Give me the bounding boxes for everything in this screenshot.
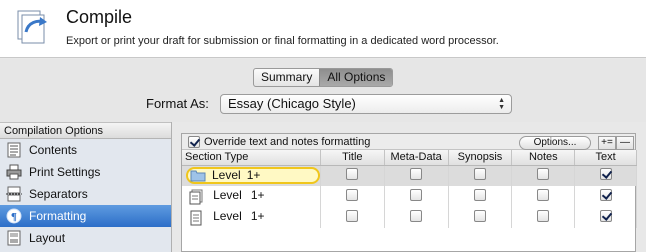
- section-type-cell[interactable]: Level 1+: [182, 165, 321, 186]
- sidebar-item-contents[interactable]: Contents: [0, 139, 171, 161]
- col-section-type[interactable]: Section Type: [182, 150, 321, 166]
- col-text[interactable]: Text: [574, 150, 637, 166]
- title-checkbox[interactable]: [346, 210, 359, 222]
- section-levels-table: Section Type Title Meta-Data Synopsis No…: [182, 150, 637, 228]
- table-header-row: Section Type Title Meta-Data Synopsis No…: [182, 150, 637, 166]
- document-icon: [190, 210, 202, 226]
- level-edit-field[interactable]: Level 1+: [186, 166, 320, 184]
- table-row[interactable]: Level 1+: [182, 186, 637, 207]
- compilation-options-sidebar: Compilation Options Contents Print Setti…: [0, 122, 172, 252]
- view-toggle: Summary All Options: [253, 68, 394, 87]
- title-checkbox[interactable]: [346, 168, 359, 181]
- sidebar-item-layout[interactable]: Layout: [0, 227, 171, 249]
- notes-checkbox[interactable]: [537, 210, 550, 222]
- text-checkbox[interactable]: [599, 210, 612, 222]
- select-arrows-icon: ▲ ▼: [498, 97, 505, 111]
- meta-data-checkbox[interactable]: [410, 210, 423, 222]
- formatting-panel: Override text and notes formatting Optio…: [181, 133, 637, 252]
- meta-data-checkbox[interactable]: [410, 189, 423, 201]
- col-synopsis[interactable]: Synopsis: [448, 150, 513, 166]
- document-stack-icon: [189, 189, 203, 205]
- format-as-label: Format As:: [146, 96, 209, 111]
- contents-list-icon: [7, 142, 21, 158]
- sidebar-item-label: Contents: [29, 143, 78, 157]
- sidebar-item-print-settings[interactable]: Print Settings: [0, 161, 171, 183]
- title-checkbox[interactable]: [346, 189, 359, 201]
- compile-controls: Summary All Options Format As: Essay (Ch…: [0, 59, 646, 122]
- compile-icon: [17, 10, 47, 44]
- col-title[interactable]: Title: [320, 150, 385, 166]
- summary-tab[interactable]: Summary: [254, 69, 319, 86]
- folder-icon: [190, 170, 206, 182]
- level-name: Level: [212, 168, 241, 182]
- sidebar-item-label: Separators: [29, 187, 88, 201]
- table-row[interactable]: Level 1+: [182, 207, 637, 228]
- override-label: Override text and notes formatting: [204, 135, 371, 148]
- col-notes[interactable]: Notes: [511, 150, 576, 166]
- formatting-icon: ¶: [6, 208, 22, 224]
- text-checkbox[interactable]: [599, 189, 612, 201]
- all-options-tab[interactable]: All Options: [319, 69, 393, 86]
- notes-checkbox[interactable]: [537, 168, 550, 181]
- page-title: Compile: [66, 7, 133, 27]
- synopsis-checkbox[interactable]: [473, 168, 486, 181]
- override-checkbox[interactable]: [188, 135, 200, 148]
- table-row[interactable]: Level 1+: [182, 165, 637, 186]
- sidebar-item-separators[interactable]: Separators: [0, 183, 171, 205]
- sidebar-item-label: Print Settings: [29, 165, 101, 179]
- options-button[interactable]: Options...: [519, 136, 591, 150]
- level-name: Level: [213, 209, 242, 224]
- layout-icon: [7, 230, 21, 246]
- text-checkbox[interactable]: [599, 168, 612, 181]
- format-as-value: Essay (Chicago Style): [228, 96, 356, 111]
- level-depth: 1+: [250, 188, 265, 203]
- section-type-cell[interactable]: Level 1+: [182, 207, 321, 228]
- remove-level-button[interactable]: —: [616, 136, 634, 150]
- notes-checkbox[interactable]: [537, 189, 550, 201]
- synopsis-checkbox[interactable]: [473, 210, 486, 222]
- svg-text:¶: ¶: [11, 211, 17, 223]
- page-subtitle: Export or print your draft for submissio…: [66, 35, 499, 47]
- add-level-button[interactable]: +=: [598, 136, 616, 150]
- sidebar-item-label: Layout: [29, 231, 66, 245]
- sidebar-header: Compilation Options: [0, 122, 171, 139]
- level-name: Level: [213, 188, 242, 203]
- separators-icon: [6, 186, 22, 202]
- synopsis-checkbox[interactable]: [473, 189, 486, 201]
- format-as-select[interactable]: Essay (Chicago Style) ▲ ▼: [220, 94, 512, 114]
- sidebar-item-label: Formatting: [29, 209, 87, 223]
- level-depth: 1+: [250, 209, 265, 224]
- meta-data-checkbox[interactable]: [410, 168, 423, 181]
- sidebar-item-formatting[interactable]: ¶ Formatting: [0, 205, 171, 227]
- compile-header: Compile Export or print your draft for s…: [0, 0, 646, 58]
- section-type-cell[interactable]: Level 1+: [182, 186, 321, 207]
- col-meta-data[interactable]: Meta-Data: [384, 150, 449, 166]
- level-depth: 1+: [246, 168, 261, 182]
- printer-icon: [6, 164, 22, 180]
